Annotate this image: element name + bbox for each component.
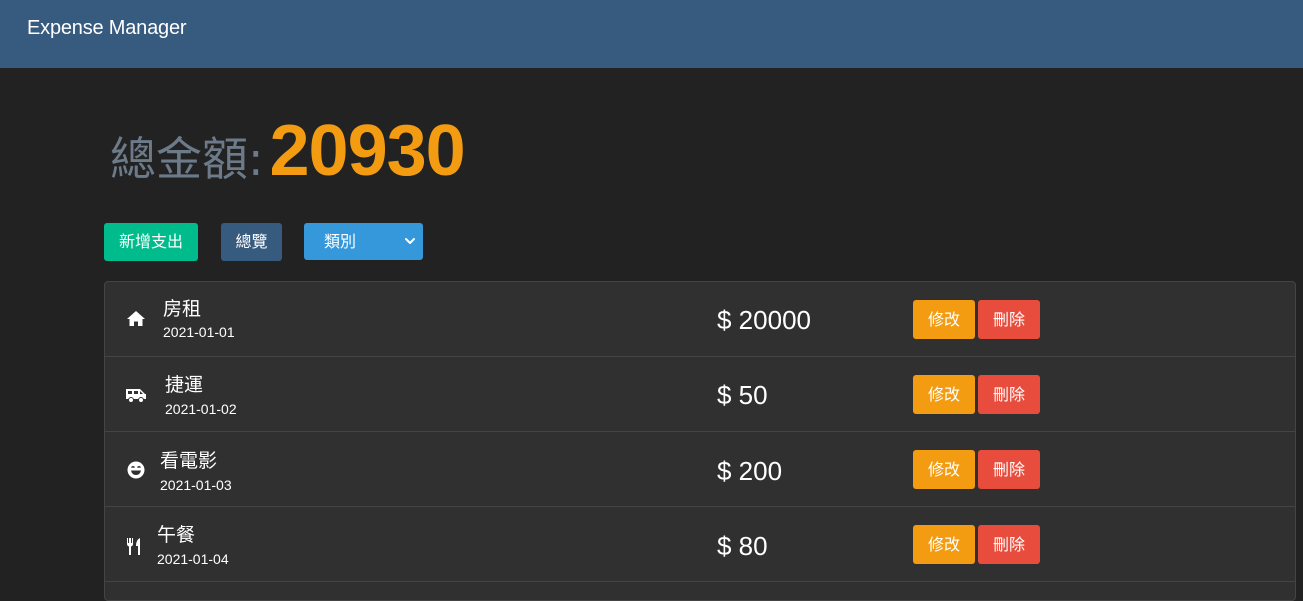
expense-name: 捷運 <box>165 374 204 396</box>
expense-amount: $ 80 <box>717 531 768 561</box>
overview-button[interactable]: 總覽 <box>221 223 282 261</box>
chevron-down-icon <box>405 238 415 244</box>
delete-button[interactable]: 刪除 <box>978 450 1040 489</box>
expense-amount: $ 50 <box>717 380 768 410</box>
edit-button[interactable]: 修改 <box>913 450 975 489</box>
total-amount: 總金額:20930 <box>110 110 466 191</box>
category-select[interactable]: 類別 <box>304 223 423 260</box>
expense-name: 午餐 <box>157 524 196 546</box>
edit-button[interactable]: 修改 <box>913 375 975 414</box>
expense-row: 午餐 2021-01-04 $ 80 修改 刪除 <box>105 507 1295 582</box>
home-icon <box>127 311 145 326</box>
add-expense-button[interactable]: 新增支出 <box>104 223 198 261</box>
expense-amount: $ 200 <box>717 456 783 486</box>
edit-button[interactable]: 修改 <box>913 300 975 339</box>
expense-row: 捷運 2021-01-02 $ 50 修改 刪除 <box>105 357 1295 432</box>
delete-button[interactable]: 刪除 <box>978 300 1040 339</box>
category-select-value: 類別 <box>324 232 357 251</box>
expense-name: 看電影 <box>160 450 218 472</box>
expense-amount: $ 20000 <box>717 305 811 335</box>
utensils-icon <box>127 538 140 555</box>
delete-button[interactable]: 刪除 <box>978 375 1040 414</box>
expense-list: 房租 2021-01-01 $ 20000 修改 刪除 捷運 2021-01-0… <box>104 281 1296 601</box>
delete-button[interactable]: 刪除 <box>978 525 1040 564</box>
edit-button[interactable]: 修改 <box>913 525 975 564</box>
expense-name: 房租 <box>163 298 202 320</box>
expense-row: 看電影 2021-01-03 $ 200 修改 刪除 <box>105 432 1295 507</box>
laugh-icon <box>127 461 145 479</box>
expense-date: 2021-01-01 <box>163 324 235 340</box>
navbar: Expense Manager <box>0 0 1303 68</box>
expense-date: 2021-01-02 <box>165 401 237 417</box>
expense-row: 房租 2021-01-01 $ 20000 修改 刪除 <box>105 282 1295 357</box>
shuttle-van-icon <box>126 389 146 403</box>
expense-date: 2021-01-03 <box>160 477 232 493</box>
total-value: 20930 <box>269 111 466 191</box>
total-label: 總金額: <box>110 132 264 186</box>
app-brand[interactable]: Expense Manager <box>27 16 187 40</box>
expense-date: 2021-01-04 <box>157 551 229 567</box>
